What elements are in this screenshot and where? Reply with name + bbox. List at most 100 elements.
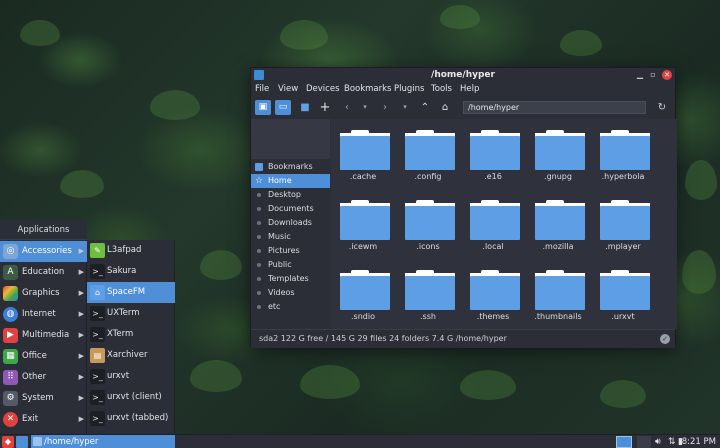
menu-file[interactable]: File xyxy=(255,84,269,94)
start-menu-icon[interactable]: ◆ xyxy=(2,436,14,448)
menu-category-internet[interactable]: ◍ Internet ▶ xyxy=(0,304,87,325)
folder-item[interactable]: .gnupg xyxy=(528,122,588,188)
folder-icon[interactable]: ■ xyxy=(297,100,313,115)
up-icon[interactable]: ⌃ xyxy=(417,100,433,115)
menu-view[interactable]: View xyxy=(278,84,298,94)
menu-item-label: L3afpad xyxy=(107,245,142,255)
folder-icon xyxy=(535,130,585,170)
minimize-icon[interactable]: ▁ xyxy=(635,70,645,80)
folder-item[interactable]: .cache xyxy=(333,122,393,188)
menu-item-urxvt[interactable]: >_ urxvt xyxy=(87,366,175,387)
tray-icon[interactable] xyxy=(637,436,651,448)
new-tab-icon[interactable]: ▭ xyxy=(275,100,291,115)
reload-icon[interactable]: ↻ xyxy=(654,100,670,115)
maximize-icon[interactable]: ▫ xyxy=(648,70,658,80)
close-icon[interactable]: ✕ xyxy=(662,70,672,80)
menu-item-l3afpad[interactable]: ✎ L3afpad xyxy=(87,240,175,261)
save-icon[interactable]: ▣ xyxy=(255,100,271,115)
menu-item-sakura[interactable]: >_ Sakura xyxy=(87,261,175,282)
path-input[interactable]: /home/hyper xyxy=(463,101,646,114)
menu-plugins[interactable]: Plugins xyxy=(394,84,424,94)
menu-category-other[interactable]: ⠿ Other ▶ xyxy=(0,367,87,388)
folder-name: .ssh xyxy=(420,312,436,321)
folder-item[interactable]: .icons xyxy=(398,192,458,258)
chevron-right-icon: ▶ xyxy=(78,289,84,297)
forward-icon[interactable]: › xyxy=(377,100,393,115)
sidebar-item-label: Desktop xyxy=(268,190,301,199)
sidebar-item-public[interactable]: Public xyxy=(251,258,330,272)
home-icon[interactable]: ⌂ xyxy=(437,100,453,115)
workspace-icon[interactable] xyxy=(616,436,632,448)
sidebar-item-label: Templates xyxy=(268,274,309,283)
folder-item[interactable]: .mozilla xyxy=(528,192,588,258)
menu-item-spacefm[interactable]: ⌂ SpaceFM xyxy=(87,282,175,303)
folder-item[interactable]: .themes xyxy=(463,262,523,328)
volume-icon[interactable]: 🔊︎ xyxy=(655,435,661,448)
menu-category-exit[interactable]: ✕ Exit ▶ xyxy=(0,409,87,430)
add-icon[interactable]: + xyxy=(317,100,333,115)
folder-icon xyxy=(470,200,520,240)
menu-category-multimedia[interactable]: ▶ Multimedia ▶ xyxy=(0,325,87,346)
chevron-right-icon: ▶ xyxy=(78,310,84,318)
sidebar-item-music[interactable]: Music xyxy=(251,230,330,244)
folder-item[interactable]: .hyperbola xyxy=(593,122,653,188)
chevron-down-icon[interactable]: ▾ xyxy=(357,100,373,115)
folder-item[interactable]: .ssh xyxy=(398,262,458,328)
back-icon[interactable]: ‹ xyxy=(339,100,355,115)
taskbar-task-file-manager[interactable]: /home/hyper xyxy=(31,435,175,448)
folder-icon xyxy=(255,163,263,171)
menu-item-uxterm[interactable]: >_ UXTerm xyxy=(87,303,175,324)
menu-item-label: urxvt xyxy=(107,371,130,381)
sidebar-item-pictures[interactable]: Pictures xyxy=(251,244,330,258)
menu-tools[interactable]: Tools xyxy=(431,84,452,94)
sidebar-item-desktop[interactable]: Desktop xyxy=(251,188,330,202)
folder-item[interactable]: .local xyxy=(463,192,523,258)
folder-item[interactable]: .thumbnails xyxy=(528,262,588,328)
folder-icon xyxy=(470,270,520,310)
play-icon: ▶ xyxy=(3,328,18,343)
folder-item[interactable]: .e16 xyxy=(463,122,523,188)
show-desktop-icon[interactable] xyxy=(16,436,28,448)
folder-name: .thumbnails xyxy=(534,312,582,321)
folder-item[interactable]: .sndio xyxy=(333,262,393,328)
menu-category-office[interactable]: ▦ Office ▶ xyxy=(0,346,87,367)
folder-item[interactable]: .mplayer xyxy=(593,192,653,258)
sidebar-item-downloads[interactable]: Downloads xyxy=(251,216,330,230)
folder-item[interactable]: .config xyxy=(398,122,458,188)
menu-devices[interactable]: Devices xyxy=(306,84,340,94)
folder-item[interactable]: .icewm xyxy=(333,192,393,258)
category-label: Multimedia xyxy=(22,330,70,340)
exit-icon: ✕ xyxy=(3,412,18,427)
folder-item[interactable]: .urxvt xyxy=(593,262,653,328)
sidebar-item-bookmarks[interactable]: Bookmarks xyxy=(251,160,330,174)
folder-icon xyxy=(535,270,585,310)
menu-item-xterm[interactable]: >_ XTerm xyxy=(87,324,175,345)
menu-category-accessories[interactable]: ◎ Accessories ▶ xyxy=(0,241,87,262)
bullet-icon xyxy=(257,263,261,267)
menu-item-urxvt-tabbed[interactable]: >_ urxvt (tabbed) xyxy=(87,408,175,429)
sidebar: Bookmarks ☆ Home Desktop Documents Downl… xyxy=(251,119,330,329)
gear-icon: ⚙ xyxy=(3,391,18,406)
sidebar-item-home[interactable]: ☆ Home xyxy=(251,174,330,188)
menu-item-xarchiver[interactable]: ▤ Xarchiver xyxy=(87,345,175,366)
menu-category-system[interactable]: ⚙ System ▶ xyxy=(0,388,87,409)
clock[interactable]: 8:21 PM xyxy=(682,435,716,448)
sidebar-item-documents[interactable]: Documents xyxy=(251,202,330,216)
sidebar-item-templates[interactable]: Templates xyxy=(251,272,330,286)
menu-item-urxvt-client[interactable]: >_ urxvt (client) xyxy=(87,387,175,408)
folder-name: .e16 xyxy=(484,172,502,181)
menu-category-education[interactable]: A Education ▶ xyxy=(0,262,87,283)
sidebar-item-videos[interactable]: Videos xyxy=(251,286,330,300)
menu-category-graphics[interactable]: Graphics ▶ xyxy=(0,283,87,304)
folder-name: .cache xyxy=(349,172,377,181)
folder-icon xyxy=(405,130,455,170)
network-icon[interactable]: ⇅ xyxy=(668,435,676,448)
category-label: Exit xyxy=(22,414,39,424)
chevron-down-icon[interactable]: ▾ xyxy=(397,100,413,115)
folder-name: .icewm xyxy=(348,242,378,251)
menu-bookmarks[interactable]: Bookmarks xyxy=(344,84,392,94)
chevron-right-icon: ▶ xyxy=(78,268,84,276)
sidebar-item-etc[interactable]: etc xyxy=(251,300,330,314)
menu-help[interactable]: Help xyxy=(460,84,479,94)
title-bar[interactable]: /home/hyper ▁ ▫ ✕ xyxy=(251,68,675,83)
